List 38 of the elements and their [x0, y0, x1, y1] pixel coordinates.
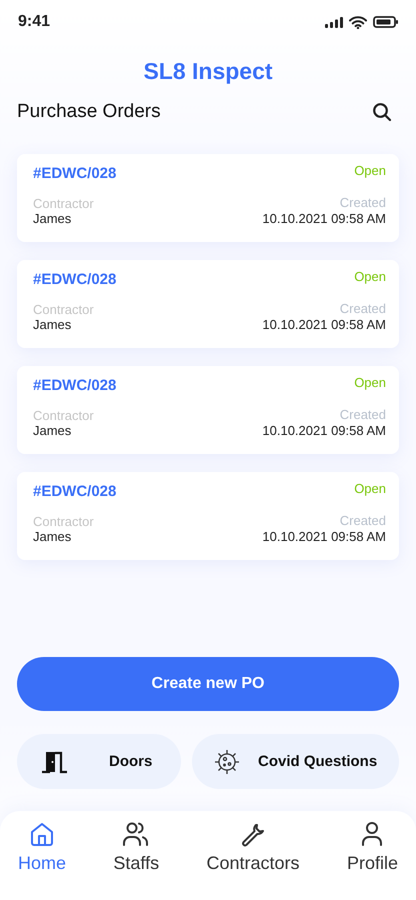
contractor-label: Contractor — [33, 302, 94, 317]
created-label: Created — [340, 407, 386, 422]
contractor-name: James — [33, 423, 72, 439]
contractor-label: Contractor — [33, 196, 94, 211]
order-number: #EDWC/028 — [33, 377, 116, 394]
contractor-label: Contractor — [33, 408, 94, 423]
nav-tab[interactable]: Profile — [342, 821, 402, 881]
created-date: 10.10.2021 09:58 AM — [262, 423, 386, 439]
created-date: 10.10.2021 09:58 AM — [262, 529, 386, 545]
order-status: Open — [354, 481, 386, 496]
app-title: SL8 Inspect — [142, 57, 274, 86]
created-label: Created — [340, 195, 386, 210]
created-date: 10.10.2021 09:58 AM — [262, 317, 386, 333]
order-number: #EDWC/028 — [33, 165, 116, 182]
nav-tab[interactable]: Staffs — [109, 821, 164, 881]
page-title: Purchase Orders — [17, 101, 161, 123]
order-card[interactable]: #EDWC/028 Open Contractor James Created 10.10.2021 09:58 AM — [17, 154, 399, 242]
order-card[interactable]: #EDWC/028 Open Contractor James Created 10.10.2021 09:58 AM — [17, 260, 399, 348]
contractor-name: James — [33, 211, 72, 227]
created-date: 10.10.2021 09:58 AM — [262, 211, 386, 227]
contractor-label: Contractor — [33, 514, 94, 529]
order-card[interactable]: #EDWC/028 Open Contractor James Created 10.10.2021 09:58 AM — [17, 472, 399, 560]
status-time: 9:41 — [18, 13, 50, 31]
order-status: Open — [354, 269, 386, 284]
shortcut-button[interactable]: Doors — [17, 734, 181, 789]
nav-tab[interactable]: Contractors — [202, 821, 304, 881]
order-card[interactable]: #EDWC/028 Open Contractor James Created 10.10.2021 09:58 AM — [17, 366, 399, 454]
nav-tab[interactable]: Home — [14, 821, 70, 881]
created-label: Created — [340, 513, 386, 528]
contractor-name: James — [33, 529, 72, 545]
create-po-button[interactable]: Create new PO — [17, 657, 399, 711]
created-label: Created — [340, 301, 386, 316]
order-status: Open — [354, 375, 386, 390]
order-status: Open — [354, 163, 386, 178]
order-number: #EDWC/028 — [33, 271, 116, 288]
contractor-name: James — [33, 317, 72, 333]
shortcut-button[interactable]: Covid Questions — [192, 734, 399, 789]
order-number: #EDWC/028 — [33, 483, 116, 500]
